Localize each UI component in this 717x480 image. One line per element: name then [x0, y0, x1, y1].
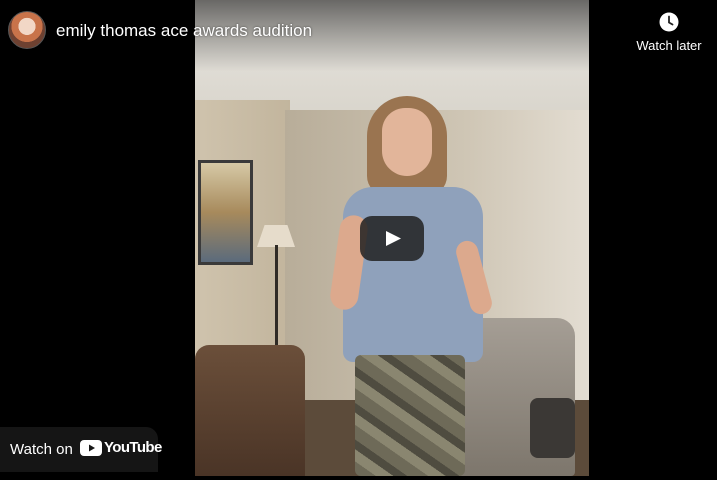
- play-button[interactable]: [360, 216, 424, 261]
- video-player[interactable]: emily thomas ace awards audition Watch l…: [0, 0, 717, 480]
- youtube-logo-icon: [80, 440, 102, 456]
- watch-later-label: Watch later: [636, 38, 702, 53]
- channel-avatar[interactable]: [8, 11, 46, 49]
- play-icon: [386, 231, 401, 246]
- youtube-wordmark: YouTube: [104, 439, 162, 456]
- player-top-bar: emily thomas ace awards audition Watch l…: [0, 0, 717, 64]
- watch-on-youtube-button[interactable]: Watch on YouTube: [0, 427, 162, 472]
- clock-icon: [659, 12, 679, 32]
- watch-on-label: Watch on: [10, 441, 73, 458]
- video-title[interactable]: emily thomas ace awards audition: [56, 20, 312, 42]
- watch-later-button[interactable]: Watch later: [628, 10, 710, 60]
